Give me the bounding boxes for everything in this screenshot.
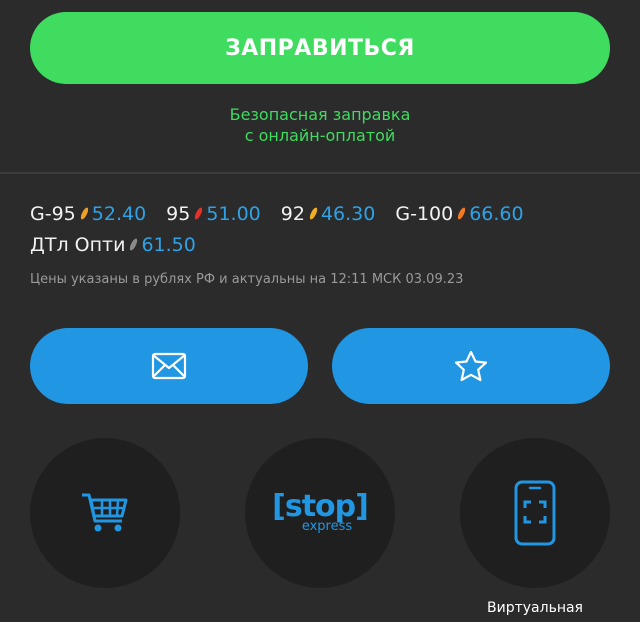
fuel-price: 51.00 [206,202,261,225]
stop-express-button[interactable]: [stop] express [245,438,395,588]
fuel-price-item: ДТл Опти 61.50 [30,234,196,256]
fuel-prices: G-95 52.40 95 51.00 92 46.30 G-100 66.60 [30,198,620,260]
phone-scan-icon [514,480,556,546]
stop-logo-main: [stop] [272,489,369,524]
fuel-name: G-100 [395,202,454,225]
fuel-price-item: G-100 66.60 [395,203,523,225]
fuel-drop-icon [194,206,204,221]
fuel-name: G-95 [30,202,76,225]
shopping-cart-icon [82,493,128,532]
fuel-prices-row-2: ДТл Опти 61.50 [30,229,620,260]
fuel-price: 66.60 [469,202,524,225]
favorites-button[interactable] [332,328,610,404]
virtual-card-label: Виртуальная [487,600,583,616]
fuel-price-item: 95 51.00 [166,203,261,225]
stop-logo-sub: express [301,519,353,534]
stop-express-logo: [stop] express [272,489,369,534]
section-divider [0,172,640,174]
refuel-subtitle-line1: Безопасная заправка [229,105,411,124]
refuel-button-label: ЗАПРАВИТЬСЯ [225,35,415,61]
mail-button[interactable] [30,328,308,404]
fuel-prices-row-1: G-95 52.40 95 51.00 92 46.30 G-100 66.60 [30,198,620,229]
refuel-subtitle: Безопасная заправка с онлайн-оплатой [0,104,640,146]
fuel-drop-icon [79,206,90,221]
fuel-price-item: 92 46.30 [281,203,376,225]
fuel-name: ДТл Опти [30,233,126,256]
envelope-icon [151,352,187,380]
prices-note: Цены указаны в рублях РФ и актуальны на … [30,272,464,287]
fuel-name: 92 [280,202,305,225]
fuel-price: 61.50 [141,233,196,256]
fuel-station-screen: ЗАПРАВИТЬСЯ Безопасная заправка с онлайн… [0,0,640,622]
fuel-drop-icon [308,206,319,221]
fuel-price: 46.30 [320,202,376,225]
shop-button[interactable] [30,438,180,588]
fuel-drop-icon [456,206,467,221]
virtual-card-button[interactable] [460,438,610,588]
fuel-price-item: G-95 52.40 [30,203,146,225]
refuel-subtitle-line2: с онлайн-оплатой [244,126,396,145]
fuel-price: 52.40 [91,202,147,225]
fuel-drop-icon [129,237,139,252]
fuel-name: 95 [166,202,191,225]
star-icon [454,350,488,382]
refuel-button[interactable]: ЗАПРАВИТЬСЯ [30,12,610,84]
